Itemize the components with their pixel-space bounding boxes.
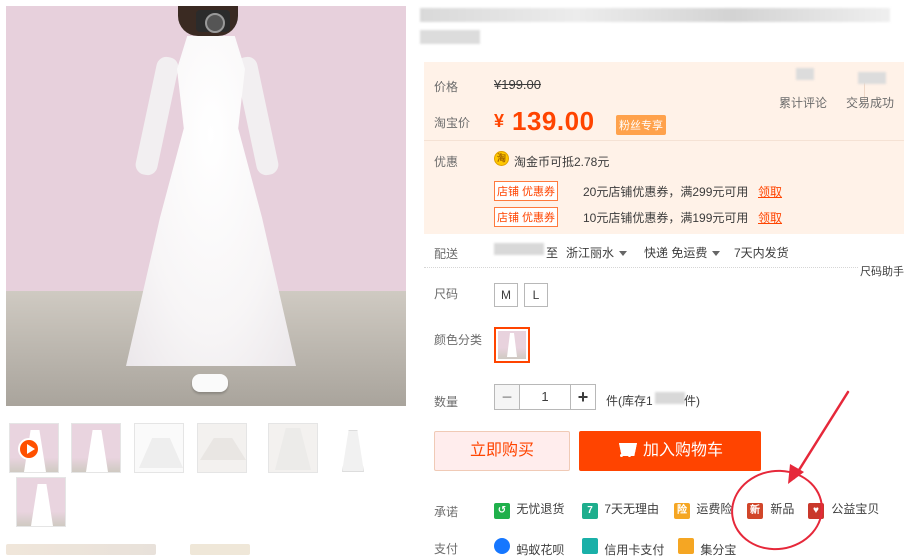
thumbnail[interactable] bbox=[197, 423, 247, 473]
credit-card-icon bbox=[582, 538, 598, 554]
origin-blurred bbox=[494, 243, 544, 255]
promise-label: 承诺 bbox=[434, 505, 459, 519]
delivery-to: 至 bbox=[546, 246, 559, 260]
arrow-shaft bbox=[792, 390, 850, 480]
cart-icon bbox=[617, 443, 635, 457]
destination-select[interactable]: 浙江丽水 bbox=[566, 244, 628, 261]
shipping-insurance-icon: 险 bbox=[674, 503, 690, 519]
camera bbox=[196, 10, 230, 33]
dotted-divider bbox=[424, 267, 904, 268]
thumbnail-detail bbox=[275, 428, 311, 470]
quantity-increase-button[interactable]: + bbox=[570, 384, 596, 410]
destination-value: 浙江丽水 bbox=[566, 246, 615, 260]
chevron-down-icon bbox=[712, 251, 721, 257]
delivery-label: 配送 bbox=[434, 247, 459, 261]
stock-prefix: 件(库存1 bbox=[606, 394, 653, 408]
color-option-white[interactable] bbox=[494, 327, 530, 363]
chevron-down-icon bbox=[619, 251, 628, 257]
size-option-m[interactable]: M bbox=[494, 283, 518, 307]
worry-free-return-icon: ↺ bbox=[494, 503, 510, 519]
claim-coupon-link[interactable]: 领取 bbox=[758, 209, 782, 226]
huabei-icon bbox=[494, 538, 510, 554]
discount-label: 优惠 bbox=[434, 155, 459, 169]
size-label: 尺码 bbox=[434, 287, 459, 301]
thumbnail-detail bbox=[200, 438, 246, 460]
coupon-tag: 店铺 优惠券 bbox=[494, 207, 559, 227]
main-product-image[interactable] bbox=[6, 6, 406, 406]
promise-text: 运费险 bbox=[696, 502, 733, 516]
shipping-value: 快递 免运费 bbox=[644, 246, 708, 260]
coupon-tag: 店铺 优惠券 bbox=[494, 181, 559, 201]
product-title-blurred bbox=[420, 8, 890, 22]
original-price: ¥199.00 bbox=[494, 77, 541, 92]
shipping-select[interactable]: 快递 免运费 bbox=[644, 244, 721, 261]
coupon-text: 20元店铺优惠券，满299元可用 bbox=[583, 185, 749, 199]
size-option-l[interactable]: L bbox=[524, 283, 548, 307]
thumbnail-detail bbox=[139, 438, 183, 468]
blurred-text bbox=[190, 544, 250, 555]
promise-item: 险 运费险 bbox=[674, 500, 732, 519]
blurred-text bbox=[6, 544, 156, 555]
stock-count-blurred bbox=[655, 392, 685, 404]
buy-now-button[interactable]: 立即购买 bbox=[434, 431, 570, 471]
size-helper-link[interactable]: 尺码助手 bbox=[858, 263, 904, 279]
add-to-cart-button[interactable]: 加入购物车 bbox=[579, 431, 761, 471]
thumbnail-dress bbox=[342, 430, 364, 472]
thumbnail[interactable] bbox=[71, 423, 121, 473]
thumbnail-dress bbox=[86, 430, 108, 472]
quantity-decrease-button[interactable]: − bbox=[494, 384, 520, 410]
thumbnail-dress bbox=[31, 484, 53, 526]
thumbnail[interactable] bbox=[268, 423, 318, 473]
shoes bbox=[192, 374, 228, 392]
coin-discount-text: 淘金币可抵2.78元 bbox=[514, 155, 610, 169]
play-icon[interactable] bbox=[18, 438, 40, 460]
coupon-text: 10元店铺优惠券，满199元可用 bbox=[583, 211, 749, 225]
add-to-cart-label: 加入购物车 bbox=[642, 442, 723, 459]
stock-suffix: 件) bbox=[684, 394, 700, 408]
promise-text: 无忧退货 bbox=[516, 502, 565, 516]
thumbnail[interactable] bbox=[327, 423, 377, 473]
claim-coupon-link[interactable]: 领取 bbox=[758, 183, 782, 200]
quantity-label: 数量 bbox=[434, 395, 459, 409]
payment-item: 集分宝 bbox=[678, 538, 736, 558]
price-label: 价格 bbox=[434, 80, 459, 94]
currency-symbol: ¥ bbox=[494, 111, 505, 131]
review-count-label[interactable]: 累计评论 bbox=[779, 94, 827, 111]
taobao-price-label: 淘宝价 bbox=[434, 116, 471, 130]
ship-time: 7天内发货 bbox=[734, 246, 789, 260]
color-label: 颜色分类 bbox=[434, 333, 483, 347]
jifenbao-icon bbox=[678, 538, 694, 554]
review-count-blurred bbox=[796, 68, 814, 80]
thumbnail-video[interactable] bbox=[9, 423, 59, 473]
fan-exclusive-tag: 粉丝专享 bbox=[616, 115, 666, 135]
payment-item: 蚂蚁花呗 bbox=[494, 538, 564, 558]
current-price: 139.00 bbox=[512, 106, 595, 136]
swatch-image bbox=[498, 331, 526, 359]
payment-label: 支付 bbox=[434, 542, 459, 556]
payment-item: 信用卡支付 bbox=[582, 538, 664, 558]
product-title-blurred bbox=[420, 30, 480, 44]
seven-day-return-icon: 7 bbox=[582, 503, 598, 519]
sales-count-blurred bbox=[858, 72, 886, 84]
sales-count-label: 交易成功 bbox=[846, 96, 895, 110]
promise-text: 7天无理由 bbox=[604, 502, 660, 516]
thumbnail[interactable] bbox=[134, 423, 184, 473]
quantity-input[interactable]: 1 bbox=[520, 384, 570, 410]
divider bbox=[424, 140, 904, 141]
coin-icon: 淘 bbox=[494, 151, 509, 166]
promise-item: ↺ 无忧退货 bbox=[494, 500, 564, 519]
promise-text: 公益宝贝 bbox=[831, 502, 880, 516]
promise-item: 7 7天无理由 bbox=[582, 500, 659, 519]
thumbnail[interactable] bbox=[16, 477, 66, 527]
